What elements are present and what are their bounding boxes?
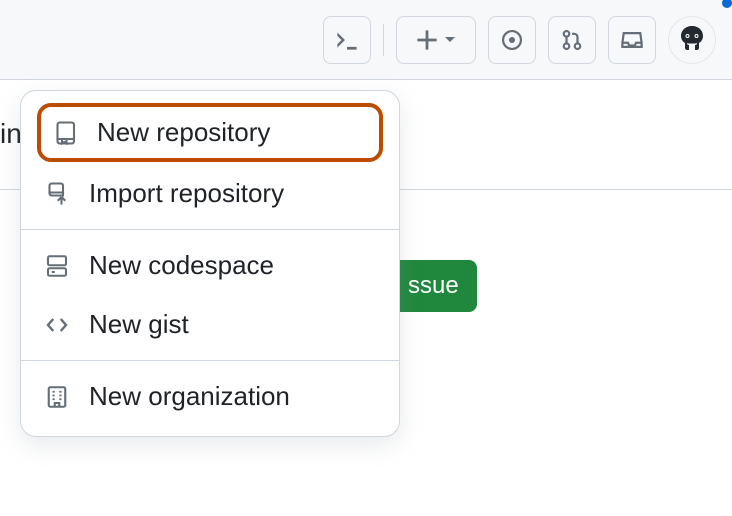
repo-icon bbox=[51, 119, 79, 147]
repo-push-icon bbox=[43, 180, 71, 208]
terminal-icon bbox=[336, 29, 358, 51]
global-header bbox=[0, 0, 732, 80]
code-icon bbox=[43, 311, 71, 339]
triangle-down-icon bbox=[444, 36, 456, 44]
pull-requests-button[interactable] bbox=[548, 16, 596, 64]
plus-icon bbox=[416, 29, 438, 51]
menu-item-label: Import repository bbox=[89, 178, 284, 209]
user-avatar[interactable] bbox=[668, 16, 716, 64]
menu-item-new-organization[interactable]: New organization bbox=[21, 367, 399, 426]
separator bbox=[383, 24, 384, 56]
create-new-dropdown: New repository Import repository New cod… bbox=[20, 90, 400, 437]
menu-item-import-repository[interactable]: Import repository bbox=[21, 164, 399, 223]
codespaces-icon bbox=[43, 252, 71, 280]
issues-button[interactable] bbox=[488, 16, 536, 64]
organization-icon bbox=[43, 383, 71, 411]
create-new-button[interactable] bbox=[396, 16, 476, 64]
notification-badge bbox=[720, 0, 732, 10]
octocat-icon bbox=[672, 20, 712, 60]
command-palette-button[interactable] bbox=[323, 16, 371, 64]
breadcrumb-fragment: in bbox=[0, 118, 22, 150]
menu-item-label: New codespace bbox=[89, 250, 274, 281]
git-pull-request-icon bbox=[561, 29, 583, 51]
menu-item-new-gist[interactable]: New gist bbox=[21, 295, 399, 354]
menu-item-label: New gist bbox=[89, 309, 189, 340]
menu-item-label: New organization bbox=[89, 381, 290, 412]
dot-circle-icon bbox=[501, 29, 523, 51]
notifications-button[interactable] bbox=[608, 16, 656, 64]
new-issue-button-fragment[interactable]: ssue bbox=[390, 260, 477, 312]
inbox-icon bbox=[621, 29, 643, 51]
menu-separator bbox=[21, 229, 399, 230]
menu-item-new-codespace[interactable]: New codespace bbox=[21, 236, 399, 295]
menu-item-new-repository[interactable]: New repository bbox=[37, 103, 383, 162]
menu-separator bbox=[21, 360, 399, 361]
menu-item-label: New repository bbox=[97, 117, 270, 148]
